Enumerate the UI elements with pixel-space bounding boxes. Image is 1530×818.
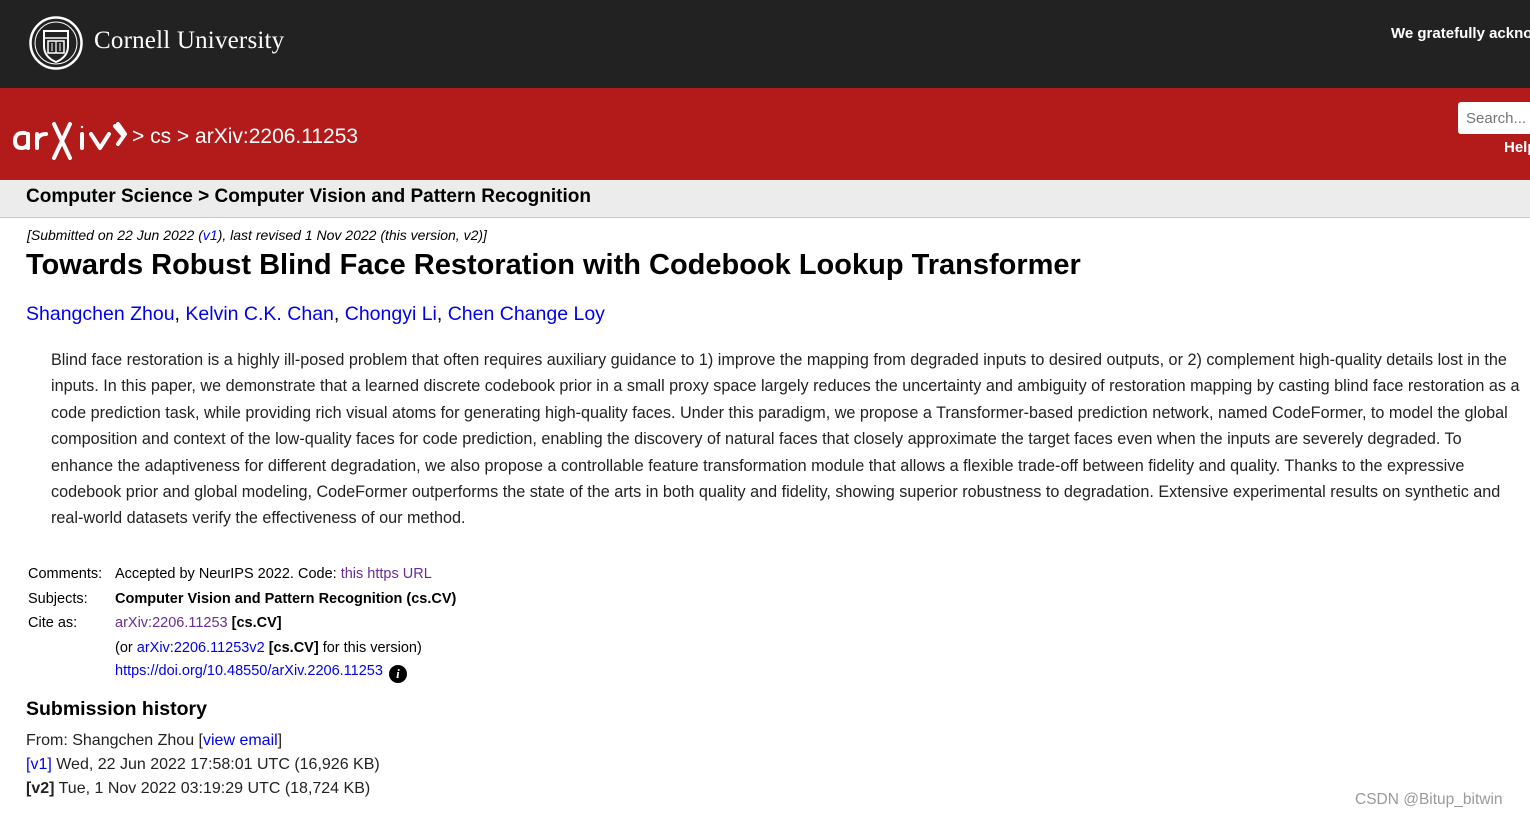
metadata-table: Comments: Accepted by NeurIPS 2022. Code… (28, 562, 456, 685)
v2-details: Tue, 1 Nov 2022 03:19:29 UTC (18,724 KB) (54, 780, 371, 797)
cite-label: Cite as: (28, 615, 78, 632)
cite-arxiv-link[interactable]: arXiv:2206.11253 (115, 615, 228, 631)
author-link[interactable]: Kelvin C.K. Chan (185, 303, 334, 325)
author-link[interactable]: Chen Change Loy (448, 303, 605, 325)
cite-version-row: (or arXiv:2206.11253v2 [cs.CV] for this … (28, 636, 456, 661)
view-email-link[interactable]: view email (203, 732, 278, 749)
doi-link[interactable]: https://doi.org/10.48550/arXiv.2206.1125… (115, 663, 383, 679)
submission-history-heading: Submission history (26, 698, 207, 720)
cornell-seal-icon[interactable] (29, 16, 83, 70)
submission-history: From: Shangchen Zhou [view email] [v1] W… (26, 729, 380, 801)
history-from-line: From: Shangchen Zhou [view email] (26, 729, 380, 753)
from-prefix: From: Shangchen Zhou [ (26, 732, 203, 749)
v2-label: [v2] (26, 780, 55, 797)
arxiv-breadcrumb[interactable]: > cs > arXiv:2206.11253 (132, 125, 358, 149)
cite-version-tag: [cs.CV] (268, 640, 319, 657)
comments-value: Accepted by NeurIPS 2022. Code: this htt… (115, 562, 456, 587)
comments-label: Comments: (28, 566, 103, 583)
history-version-v2: [v2] Tue, 1 Nov 2022 03:19:29 UTC (18,72… (26, 777, 380, 801)
comments-row: Comments: Accepted by NeurIPS 2022. Code… (28, 562, 456, 587)
author-separator: , (174, 303, 186, 325)
subject-breadcrumb[interactable]: Computer Science > Computer Vision and P… (26, 186, 591, 208)
arxiv-logo-icon[interactable] (12, 116, 128, 162)
cite-value: arXiv:2206.11253 [cs.CV] (115, 611, 456, 636)
paper-title: Towards Robust Blind Face Restoration wi… (26, 249, 1081, 281)
abstract-text: Blind face restoration is a highly ill-p… (51, 351, 1520, 528)
v1-link[interactable]: v1 (203, 227, 218, 243)
search-input[interactable] (1458, 102, 1530, 134)
cite-version-link[interactable]: arXiv:2206.11253v2 (137, 640, 265, 656)
info-icon[interactable]: i (388, 664, 407, 683)
cite-row: Cite as: arXiv:2206.11253 [cs.CV] (28, 611, 456, 636)
cornell-university-name[interactable]: Cornell University (94, 27, 284, 55)
dateline-prefix: [Submitted on 22 Jun 2022 ( (27, 227, 203, 243)
subjects-row: Subjects: Computer Vision and Pattern Re… (28, 587, 456, 612)
history-version-v1: [v1] Wed, 22 Jun 2022 17:58:01 UTC (16,9… (26, 753, 380, 777)
cite-version-prefix: (or (115, 640, 137, 657)
submission-dateline: [Submitted on 22 Jun 2022 (v1), last rev… (27, 227, 487, 243)
csdn-watermark: CSDN @Bitup_bitwin (1355, 791, 1503, 808)
cite-version-suffix: for this version) (318, 640, 422, 657)
author-separator: , (333, 303, 345, 325)
author-link[interactable]: Shangchen Zhou (26, 303, 175, 325)
subjects-label: Subjects: (28, 590, 88, 607)
authors-list: Shangchen Zhou, Kelvin C.K. Chan, Chongy… (26, 303, 605, 326)
dateline-suffix: ), last revised 1 Nov 2022 (this version… (217, 227, 487, 243)
help-link[interactable]: Help (1504, 139, 1530, 156)
doi-value: https://doi.org/10.48550/arXiv.2206.1125… (115, 660, 456, 685)
cite-tag: [cs.CV] (231, 615, 282, 632)
doi-row: https://doi.org/10.48550/arXiv.2206.1125… (28, 660, 456, 685)
cite-version-value: (or arXiv:2206.11253v2 [cs.CV] for this … (115, 636, 456, 661)
code-url-link[interactable]: this https URL (341, 566, 432, 582)
subjects-value: Computer Vision and Pattern Recognition … (115, 590, 457, 607)
from-suffix: ] (277, 732, 283, 749)
v1-history-link[interactable]: [v1] (26, 756, 52, 773)
comments-text: Accepted by NeurIPS 2022. Code: (115, 566, 341, 583)
author-link[interactable]: Chongyi Li (345, 303, 437, 325)
acknowledgement-text: We gratefully acknov (1391, 25, 1530, 42)
v1-details: Wed, 22 Jun 2022 17:58:01 UTC (16,926 KB… (51, 756, 380, 773)
author-separator: , (436, 303, 448, 325)
